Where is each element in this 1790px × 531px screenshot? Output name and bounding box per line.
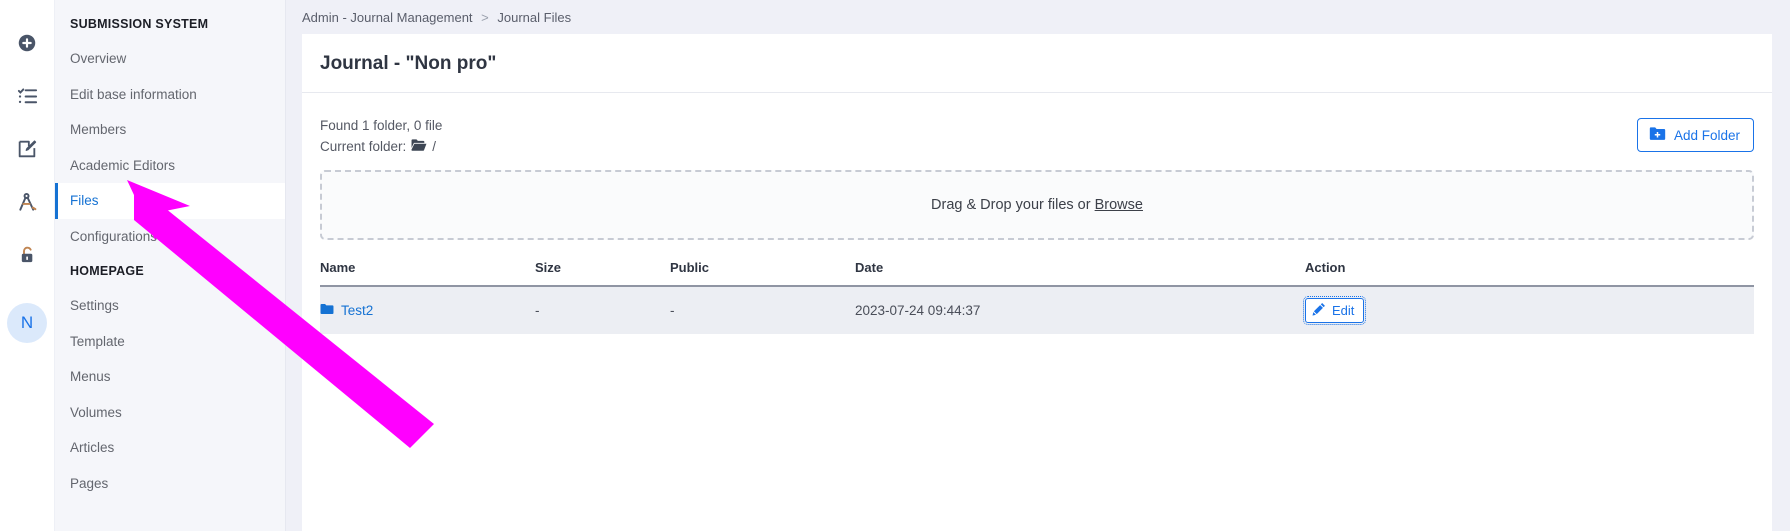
cell-name: Test2 (320, 285, 535, 334)
edit-button[interactable]: Edit (1302, 295, 1367, 325)
column-header-action: Action (1305, 259, 1754, 287)
column-header-name[interactable]: Name (320, 259, 535, 287)
browse-link[interactable]: Browse (1095, 197, 1143, 213)
current-folder-label: Current folder: (320, 138, 407, 154)
avatar[interactable]: N (7, 303, 47, 343)
sidebar-section-title-homepage: HOMEPAGE (70, 264, 144, 279)
table-row: Test2 - - 2023-07-24 09:44:37 Edit (320, 285, 1754, 334)
sidebar-item-academic-editors[interactable]: Academic Editors (55, 148, 285, 184)
add-folder-label: Add Folder (1673, 127, 1740, 143)
dropzone-text: Drag & Drop your files or (931, 196, 1091, 213)
sidebar-item-configurations[interactable]: Configurations (55, 219, 285, 255)
file-dropzone[interactable]: Drag & Drop your files or Browse (320, 169, 1754, 240)
current-folder-path: / (432, 138, 437, 154)
folder-name-label: Test2 (341, 302, 374, 318)
breadcrumb-separator: > (481, 10, 489, 25)
table-header-row: Name Size Public Date Action (320, 259, 1754, 287)
folder-plus-icon (1649, 126, 1666, 144)
checklist-icon[interactable] (12, 81, 42, 111)
files-toolbar: Found 1 folder, 0 file Current folder: / (320, 93, 1754, 157)
open-folder-icon (411, 138, 427, 157)
app-root: N SUBMISSION SYSTEM Overview Edit base i… (0, 0, 1790, 531)
breadcrumb: Admin - Journal Management > Journal Fil… (286, 0, 1790, 34)
sidebar-item-pages[interactable]: Pages (55, 466, 285, 502)
column-header-date[interactable]: Date (855, 259, 1305, 287)
sidebar: SUBMISSION SYSTEM Overview Edit base inf… (55, 0, 286, 531)
folder-link-test2[interactable]: Test2 (320, 303, 373, 318)
cell-size: - (535, 285, 670, 334)
sidebar-item-members[interactable]: Members (55, 112, 285, 148)
sidebar-item-edit-base-information[interactable]: Edit base information (55, 77, 285, 113)
page-title: Journal - "Non pro" (302, 34, 1772, 93)
files-table: Name Size Public Date Action Test2 - - 2… (320, 259, 1754, 334)
sidebar-section-title-submission: SUBMISSION SYSTEM (70, 17, 209, 31)
sidebar-item-articles[interactable]: Articles (55, 430, 285, 466)
unlock-icon[interactable] (12, 240, 42, 270)
sidebar-item-settings[interactable]: Settings (55, 288, 285, 324)
sidebar-item-menus[interactable]: Menus (55, 359, 285, 395)
breadcrumb-current: Journal Files (497, 10, 572, 25)
column-header-public[interactable]: Public (670, 259, 855, 287)
pencil-icon (1312, 302, 1326, 319)
edit-label: Edit (1332, 302, 1355, 318)
icon-rail: N (0, 0, 55, 531)
cell-public: - (670, 285, 855, 334)
compass-icon[interactable] (12, 187, 42, 217)
main-content: Admin - Journal Management > Journal Fil… (286, 0, 1790, 531)
breadcrumb-root[interactable]: Admin - Journal Management (302, 10, 473, 25)
edit-square-icon[interactable] (12, 134, 42, 164)
folder-icon (320, 303, 334, 318)
sidebar-item-template[interactable]: Template (55, 324, 285, 360)
sidebar-item-volumes[interactable]: Volumes (55, 395, 285, 431)
add-circle-icon[interactable] (12, 28, 42, 58)
sidebar-item-files[interactable]: Files (55, 183, 285, 219)
folder-info: Found 1 folder, 0 file Current folder: / (320, 118, 442, 157)
current-folder-row: Current folder: / (320, 138, 442, 157)
found-count-text: Found 1 folder, 0 file (320, 118, 443, 133)
column-header-size[interactable]: Size (535, 259, 670, 287)
sidebar-item-overview[interactable]: Overview (55, 41, 285, 77)
content-card: Journal - "Non pro" Found 1 folder, 0 fi… (302, 34, 1772, 531)
cell-action: Edit (1302, 285, 1754, 334)
cell-date: 2023-07-24 09:44:37 (855, 285, 1305, 334)
add-folder-button[interactable]: Add Folder (1636, 118, 1754, 152)
